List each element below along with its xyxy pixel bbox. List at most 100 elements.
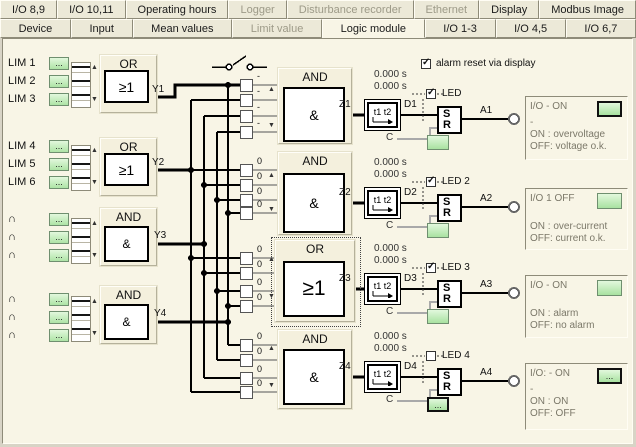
input-select-button[interactable]: ... (49, 231, 69, 244)
led-checkbox[interactable] (426, 263, 436, 273)
tab-logic-module[interactable]: Logic module (322, 19, 425, 38)
scroll-down-icon[interactable]: ▼ (268, 206, 275, 213)
tab-mean-values[interactable]: Mean values (133, 19, 233, 38)
info-panel-3: I/O - ON ON : alarm OFF: no alarm (525, 275, 628, 338)
input-select-button[interactable]: ... (49, 311, 69, 324)
led-checkbox[interactable] (426, 177, 436, 187)
gate-input-checkbox[interactable] (240, 285, 253, 298)
input-label-empty: ∩ (8, 329, 16, 341)
logic-gate-d-symbol: & (283, 349, 345, 405)
scroll-up-icon[interactable]: ▲ (91, 298, 98, 305)
scroll-up-icon[interactable]: ▲ (268, 86, 275, 93)
stage-config-button[interactable] (427, 223, 449, 238)
scroll-down-icon[interactable]: ▼ (268, 122, 275, 129)
tab-disturbance-recorder[interactable]: Disturbance recorder (287, 0, 414, 19)
stage-config-button[interactable] (427, 309, 449, 324)
gate-input-checkbox[interactable] (240, 179, 253, 192)
scroll-down-icon[interactable]: ▼ (268, 382, 275, 389)
scroll-down-icon[interactable]: ▼ (91, 96, 98, 103)
input-signal-list[interactable] (71, 145, 91, 191)
tab-io-10-11[interactable]: I/O 10,11 (57, 0, 125, 19)
io-config-button[interactable] (597, 280, 622, 296)
timer-value-1: 0.000 s (374, 243, 407, 254)
gate-input-checkbox[interactable] (240, 194, 253, 207)
gate-input-checkbox[interactable] (240, 126, 253, 139)
input-select-button[interactable]: ... (49, 329, 69, 342)
tab-io-1-3[interactable]: I/O 1-3 (425, 19, 496, 38)
tab-limit-value[interactable]: Limit value (232, 19, 322, 38)
gate-title: OR (101, 139, 156, 154)
gate-input-checkbox[interactable] (240, 79, 253, 92)
tab-ethernet[interactable]: Ethernet (414, 0, 480, 19)
scroll-up-icon[interactable]: ▲ (91, 64, 98, 71)
tab-io-4-5[interactable]: I/O 4,5 (496, 19, 566, 38)
gate-input-checkbox[interactable] (240, 354, 253, 367)
stage-config-button[interactable] (427, 135, 449, 150)
tab-modbus-image[interactable]: Modbus Image (539, 0, 636, 19)
led-label: LED 4 (442, 350, 470, 361)
input-signal-list[interactable] (71, 296, 91, 342)
tab-logger[interactable]: Logger (228, 0, 286, 19)
gate-title: OR (276, 241, 354, 256)
input-select-button[interactable]: ... (49, 140, 69, 153)
input-select-button[interactable]: ... (49, 293, 69, 306)
gate-input-checkbox[interactable] (240, 207, 253, 220)
input-select-button[interactable]: ... (49, 213, 69, 226)
scroll-down-icon[interactable]: ▼ (91, 179, 98, 186)
input-select-button[interactable]: ... (49, 93, 69, 106)
input-select-button[interactable]: ... (49, 158, 69, 171)
gate-input-checkbox[interactable] (240, 110, 253, 123)
input-select-button[interactable]: ... (49, 57, 69, 70)
gate-input-checkbox[interactable] (240, 164, 253, 177)
led-checkbox[interactable] (426, 89, 436, 99)
gate-input-flag: 0 (257, 186, 262, 196)
gate-input-checkbox[interactable] (240, 252, 253, 265)
sr-reset-label: R (443, 382, 460, 393)
io-config-button[interactable] (597, 101, 622, 117)
stage-config-button[interactable]: ... (427, 397, 449, 412)
scroll-up-icon[interactable]: ▲ (91, 220, 98, 227)
tab-row-1: I/O 8,9 I/O 10,11 Operating hours Logger… (0, 0, 636, 19)
timeline-icon (371, 379, 395, 386)
input-signal-list[interactable] (71, 218, 91, 264)
tab-input[interactable]: Input (71, 19, 133, 38)
scroll-up-icon[interactable]: ▲ (268, 172, 275, 179)
input-select-button[interactable]: ... (49, 249, 69, 262)
timer-label: t1 t2 (374, 369, 392, 379)
gate-input-checkbox[interactable] (240, 372, 253, 385)
scroll-up-icon[interactable]: ▲ (268, 256, 275, 263)
gate-input-checkbox[interactable] (240, 300, 253, 313)
and-gate-3-symbol: & (104, 226, 149, 262)
tab-io-6-7[interactable]: I/O 6,7 (566, 19, 636, 38)
tab-operating-hours[interactable]: Operating hours (126, 0, 229, 19)
gate-title: OR (101, 56, 156, 71)
gate-input-checkbox[interactable] (240, 386, 253, 399)
scroll-down-icon[interactable]: ▼ (91, 252, 98, 259)
sr-flipflop: S R (437, 194, 462, 222)
io-config-button[interactable]: ... (597, 368, 622, 384)
tab-io-8-9[interactable]: I/O 8,9 (0, 0, 57, 19)
tab-display[interactable]: Display (479, 0, 539, 19)
gate-input-checkbox[interactable] (240, 339, 253, 352)
input-signal-list[interactable] (71, 62, 91, 108)
scroll-up-icon[interactable]: ▲ (268, 345, 275, 352)
gate-input-flag: 0 (257, 277, 262, 287)
timer-block[interactable]: t1 t2 (364, 99, 401, 131)
timer-block[interactable]: t1 t2 (364, 273, 401, 305)
scroll-down-icon[interactable]: ▼ (268, 293, 275, 300)
timer-block[interactable]: t1 t2 (364, 187, 401, 219)
led-checkbox[interactable] (426, 351, 436, 361)
tab-device[interactable]: Device (0, 19, 71, 38)
scroll-up-icon[interactable]: ▲ (91, 147, 98, 154)
alarm-reset-label: alarm reset via display (436, 58, 535, 69)
gate-input-checkbox[interactable] (240, 267, 253, 280)
gate-input-checkbox[interactable] (240, 94, 253, 107)
alarm-reset-checkbox[interactable] (421, 59, 431, 69)
input-select-button[interactable]: ... (49, 75, 69, 88)
timer-block[interactable]: t1 t2 (364, 361, 401, 393)
input-select-button[interactable]: ... (49, 176, 69, 189)
d4-label: D4 (404, 361, 417, 372)
io-config-button[interactable] (597, 193, 622, 209)
timeline-icon (371, 291, 395, 298)
scroll-down-icon[interactable]: ▼ (91, 330, 98, 337)
